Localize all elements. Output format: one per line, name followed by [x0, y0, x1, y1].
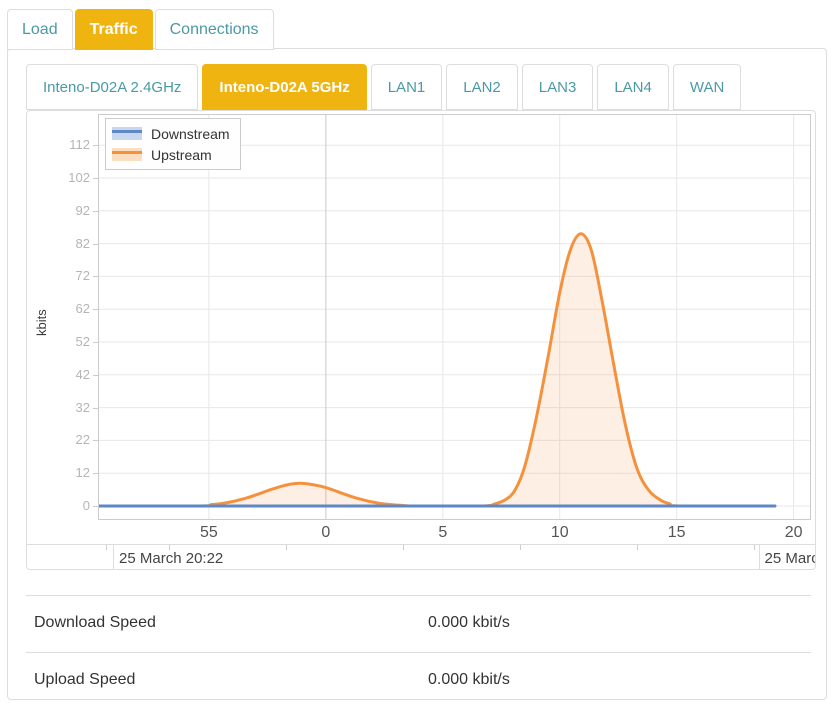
y-tick-label: 12 — [49, 465, 90, 480]
interface-tab-bar: Inteno-D02A 2.4GHz Inteno-D02A 5GHz LAN1… — [26, 64, 745, 110]
legend-label: Upstream — [151, 147, 212, 163]
tab-connections[interactable]: Connections — [155, 9, 274, 50]
table-row: Upload Speed 0.000 kbit/s — [26, 652, 811, 709]
date-label-left: 25 March 20:22 — [119, 550, 223, 567]
date-tick-mark — [286, 545, 287, 550]
subtab-lan4[interactable]: LAN4 — [597, 64, 669, 110]
y-tick-label: 32 — [49, 400, 90, 415]
y-tick-label: 22 — [49, 432, 90, 447]
date-tick-mark — [520, 545, 521, 550]
legend-swatch — [112, 127, 142, 140]
date-tick-mark — [754, 545, 755, 550]
x-tick-label: 10 — [538, 524, 582, 541]
subtab-wan[interactable]: WAN — [673, 64, 741, 110]
y-axis-title: kbits — [34, 309, 49, 336]
date-tick-mark — [637, 545, 638, 550]
legend-item: Upstream — [112, 144, 230, 165]
upload-speed-value: 0.000 kbit/s — [428, 671, 510, 689]
y-tick-label: 92 — [49, 203, 90, 218]
traffic-chart — [99, 115, 810, 519]
traffic-panel: Inteno-D02A 2.4GHz Inteno-D02A 5GHz LAN1… — [7, 48, 827, 700]
date-label-right: 25 Marc — [765, 550, 816, 567]
x-tick-label: 0 — [304, 524, 348, 541]
date-divider — [759, 545, 760, 570]
x-tick-label: 20 — [772, 524, 816, 541]
y-tick-label: 72 — [49, 268, 90, 283]
tab-traffic[interactable]: Traffic — [75, 9, 153, 50]
download-speed-label: Download Speed — [34, 614, 156, 632]
subtab-lan1[interactable]: LAN1 — [371, 64, 443, 110]
date-tick-mark — [403, 545, 404, 550]
top-tab-bar: Load Traffic Connections — [7, 9, 276, 50]
traffic-chart-widget: kbits 0 12 22 32 42 52 62 72 82 92 102 112 Downstre… — [26, 110, 816, 570]
subtab-inteno-d02a-24ghz[interactable]: Inteno-D02A 2.4GHz — [26, 64, 198, 110]
x-tick-label: 5 — [421, 524, 465, 541]
table-row: Download Speed 0.000 kbit/s — [26, 595, 811, 652]
plot-area — [98, 114, 811, 520]
legend-swatch — [112, 148, 142, 161]
chart-legend: Downstream Upstream — [105, 118, 241, 170]
speed-table: Download Speed 0.000 kbit/s Upload Speed… — [26, 595, 811, 709]
date-divider — [113, 545, 114, 570]
date-tick-mark — [106, 545, 107, 550]
y-tick-label: 102 — [49, 170, 90, 185]
y-tick-label: 62 — [49, 301, 90, 316]
y-tick-label: 82 — [49, 236, 90, 251]
x-axis-dates: 25 March 20:22 25 Marc — [27, 544, 816, 570]
upload-speed-label: Upload Speed — [34, 671, 135, 689]
x-tick-label: 15 — [655, 524, 699, 541]
subtab-lan2[interactable]: LAN2 — [446, 64, 518, 110]
y-tick-label: 52 — [49, 334, 90, 349]
legend-label: Downstream — [151, 126, 230, 142]
legend-item: Downstream — [112, 123, 230, 144]
subtab-lan3[interactable]: LAN3 — [522, 64, 594, 110]
y-tick-label: 0 — [49, 498, 90, 513]
x-tick-label: 55 — [187, 524, 231, 541]
tab-load[interactable]: Load — [7, 9, 73, 50]
download-speed-value: 0.000 kbit/s — [428, 614, 510, 632]
y-tick-label: 42 — [49, 367, 90, 382]
y-tick-label: 112 — [49, 137, 90, 152]
subtab-inteno-d02a-5ghz[interactable]: Inteno-D02A 5GHz — [202, 64, 366, 110]
